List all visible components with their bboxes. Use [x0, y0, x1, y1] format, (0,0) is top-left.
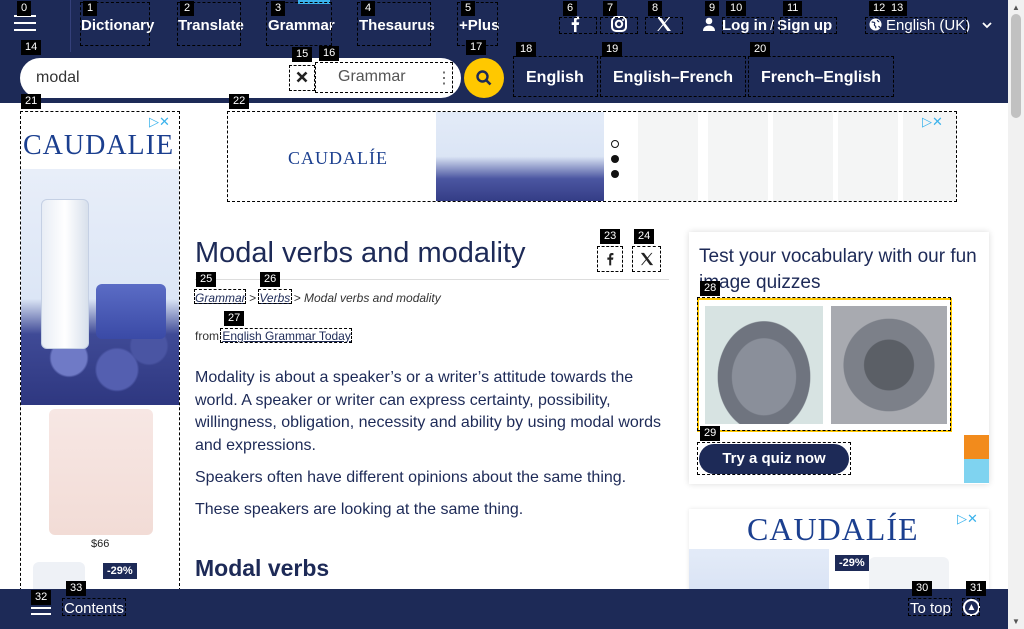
annotation-tag: 1 — [83, 1, 98, 16]
annotation-tag: 29 — [700, 426, 721, 441]
annotation-tag: 7 — [603, 1, 618, 16]
annotation-tag: 5 — [461, 1, 476, 16]
annotation-box — [645, 17, 683, 34]
article-paragraph: Speakers often have different opinions a… — [195, 469, 627, 486]
page-scrollbar[interactable]: ▲ ▼ — [1008, 0, 1024, 629]
annotation-box — [908, 598, 952, 616]
page-title: Modal verbs and modality — [195, 237, 526, 269]
annotation-box — [289, 65, 315, 91]
ad-product-image — [436, 112, 604, 201]
annotation-tag: 24 — [634, 229, 655, 244]
scroll-up-icon[interactable]: ▲ — [1012, 3, 1020, 12]
adchoices-icon[interactable]: ▷✕ — [957, 511, 978, 527]
annotation-tag: 33 — [66, 581, 87, 596]
ad-brand-logo: CAUDALÍE — [288, 148, 388, 168]
annotation-box — [865, 17, 967, 34]
breadcrumb-separator: > — [293, 291, 301, 305]
breadcrumb-current: Modal verbs and modality — [303, 291, 441, 305]
ad-product-thumb — [708, 112, 768, 201]
annotation-tag: 11 — [783, 1, 803, 16]
annotation-tag: 15 — [292, 47, 313, 62]
annotation-box — [559, 17, 597, 34]
annotation-tag: 27 — [224, 311, 245, 326]
annotation-tag: 0 — [17, 1, 32, 16]
nav-divider — [70, 0, 71, 52]
annotation-tag: 13 — [887, 1, 908, 16]
annotation-box — [962, 598, 980, 616]
annotation-tag: 4 — [361, 1, 376, 16]
ad-product-thumb — [773, 112, 833, 201]
right-advertisement[interactable]: CAUDALÍE ▷✕ -29% — [689, 509, 989, 601]
left-advertisement[interactable]: ▷✕ CAUDALIE $66 -29% — [20, 111, 180, 601]
adchoices-icon[interactable]: ▷✕ — [149, 114, 170, 130]
discount-badge: -29% — [835, 555, 869, 571]
ad-product-image — [21, 169, 179, 405]
annotation-tag: 21 — [21, 94, 42, 109]
annotation-box — [62, 598, 126, 616]
annotation-tag: 32 — [31, 590, 52, 605]
annotation-box — [194, 289, 246, 304]
annotation-tag: 17 — [466, 40, 487, 55]
article-paragraph: These speakers are looking at the same t… — [195, 501, 524, 518]
chevron-down-icon — [982, 22, 993, 29]
annotation-box — [600, 56, 746, 97]
annotation-tag: 10 — [726, 1, 747, 16]
annotation-tag: 6 — [563, 1, 578, 16]
annotation-tag: 8 — [648, 1, 663, 16]
annotation-tag: 22 — [229, 94, 250, 109]
article-paragraph: Modality is about a speaker’s or a write… — [195, 369, 662, 454]
annotation-tag: 30 — [912, 581, 933, 596]
annotation-tag: 26 — [260, 272, 281, 287]
user-icon — [703, 17, 715, 31]
search-input[interactable] — [36, 68, 286, 88]
annotation-tag: 14 — [21, 40, 42, 55]
annotation-box — [748, 56, 894, 97]
annotation-box — [697, 297, 951, 431]
annotation-box — [513, 56, 598, 97]
annotation-tag: 23 — [600, 229, 621, 244]
scrollbar-thumb[interactable] — [1011, 14, 1021, 118]
annotation-tag: 2 — [180, 1, 195, 16]
top-advertisement[interactable]: CAUDALÍE ▷✕ — [227, 111, 957, 202]
annotation-box — [697, 442, 851, 475]
quiz-title: Test your vocabulary with our fun image … — [699, 246, 977, 293]
annotation-box — [780, 17, 837, 34]
annotation-tag: 9 — [705, 1, 720, 16]
feedback-tab-orange[interactable] — [964, 435, 989, 459]
breadcrumb-separator: > — [249, 291, 257, 305]
annotation-tag: 31 — [966, 581, 987, 596]
ad-product-thumb — [638, 112, 698, 201]
bottom-bar: Contents To top ▲ — [0, 589, 1008, 629]
search-button[interactable] — [464, 58, 504, 98]
share-facebook-icon[interactable] — [597, 246, 623, 272]
annotation-box — [315, 62, 453, 93]
annotation-box — [220, 328, 352, 343]
annotation-box — [258, 289, 292, 304]
adchoices-icon[interactable]: ▷✕ — [922, 114, 943, 130]
ad-price: $66 — [91, 538, 110, 550]
feedback-tab-blue[interactable] — [964, 459, 989, 483]
section-heading: Modal verbs — [195, 555, 330, 581]
annotation-box — [722, 17, 774, 34]
menu-icon[interactable] — [14, 15, 36, 33]
ad-brand-logo: CAUDALÍE — [747, 511, 919, 547]
scroll-down-icon[interactable]: ▼ — [1012, 617, 1020, 626]
annotation-tag: 28 — [700, 281, 721, 296]
annotation-tag: 20 — [750, 42, 771, 57]
annotation-tag: 18 — [516, 42, 537, 57]
annotation-box — [600, 17, 638, 34]
annotation-tag: 25 — [196, 272, 217, 287]
annotation-tag: 3 — [271, 1, 286, 16]
annotation-tag: 19 — [602, 42, 623, 57]
ad-product-image-2 — [49, 409, 153, 535]
source-label: from — [195, 329, 219, 343]
ad-brand-logo: CAUDALIE — [23, 130, 175, 161]
share-x-icon[interactable] — [632, 246, 661, 272]
discount-badge: -29% — [103, 563, 137, 579]
ad-product-thumb — [838, 112, 898, 201]
search-icon — [476, 70, 492, 86]
annotation-tag: 16 — [319, 46, 340, 61]
